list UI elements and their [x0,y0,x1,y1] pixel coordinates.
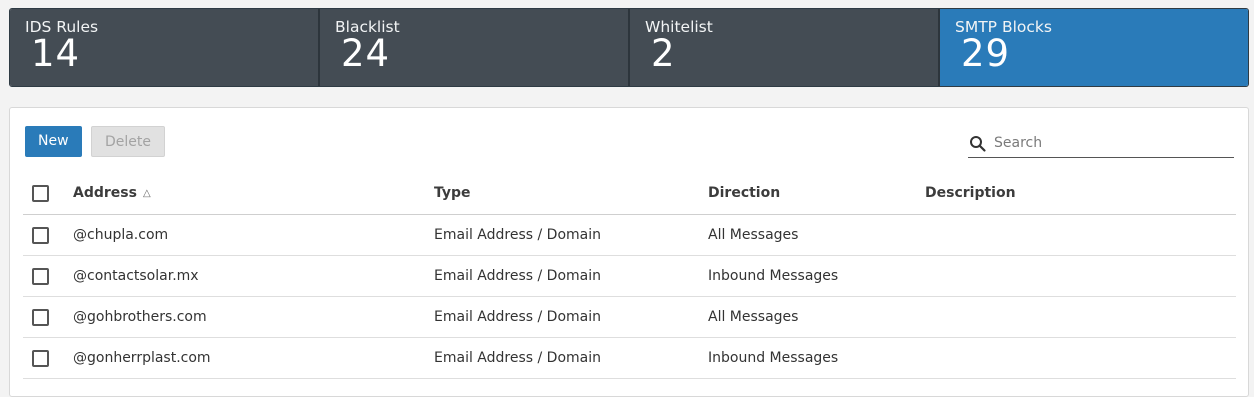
column-header-label: Address [73,185,137,201]
table-header-row: Address △ Type Direction Description [23,172,1236,215]
cell-description [925,296,1236,338]
table-row[interactable]: @gonherrplast.com Email Address / Domain… [23,337,1236,379]
search-input[interactable] [992,131,1232,155]
blocks-table: Address △ Type Direction Description @chu… [23,172,1236,379]
tile-label: Whitelist [645,18,713,36]
tile-count: 14 [31,32,81,75]
column-header-direction[interactable]: Direction [708,172,925,215]
column-header-address[interactable]: Address △ [73,172,434,215]
tile-count: 24 [341,32,391,75]
tile-blacklist[interactable]: Blacklist 24 [320,9,630,86]
cell-address: @gohbrothers.com [73,296,434,338]
tile-smtp-blocks[interactable]: SMTP Blocks 29 [940,9,1248,86]
cell-type: Email Address / Domain [434,214,708,256]
tile-whitelist[interactable]: Whitelist 2 [630,9,940,86]
cell-type: Email Address / Domain [434,255,708,297]
table-row[interactable]: @contactsolar.mx Email Address / Domain … [23,255,1236,297]
row-checkbox[interactable] [32,349,49,367]
row-checkbox[interactable] [32,267,49,285]
table-row[interactable]: @chupla.com Email Address / Domain All M… [23,214,1236,256]
tile-count: 29 [961,32,1011,75]
table-row[interactable]: @gohbrothers.com Email Address / Domain … [23,296,1236,338]
cell-description [925,255,1236,297]
column-header-description[interactable]: Description [925,172,1236,215]
row-checkbox[interactable] [32,226,49,244]
cell-type: Email Address / Domain [434,337,708,379]
tile-ids-rules[interactable]: IDS Rules 14 [10,9,320,86]
cell-direction: Inbound Messages [708,255,925,297]
cell-address: @gonherrplast.com [73,337,434,379]
cell-address: @chupla.com [73,214,434,256]
summary-tiles: IDS Rules 14 Blacklist 24 Whitelist 2 SM… [9,8,1249,87]
search-icon [970,136,986,152]
cell-direction: Inbound Messages [708,337,925,379]
delete-button[interactable]: Delete [91,126,165,157]
cell-description [925,214,1236,256]
search-box [968,128,1234,158]
tile-count: 2 [651,32,676,75]
new-button[interactable]: New [25,126,82,157]
select-all-checkbox[interactable] [32,184,49,202]
cell-direction: All Messages [708,296,925,338]
cell-direction: All Messages [708,214,925,256]
cell-type: Email Address / Domain [434,296,708,338]
sort-ascending-icon: △ [142,188,151,199]
row-checkbox[interactable] [32,308,49,326]
column-header-type[interactable]: Type [434,172,708,215]
cell-address: @contactsolar.mx [73,255,434,297]
smtp-blocks-panel: New Delete Address △ Type Direction Descr… [9,107,1249,397]
cell-description [925,337,1236,379]
